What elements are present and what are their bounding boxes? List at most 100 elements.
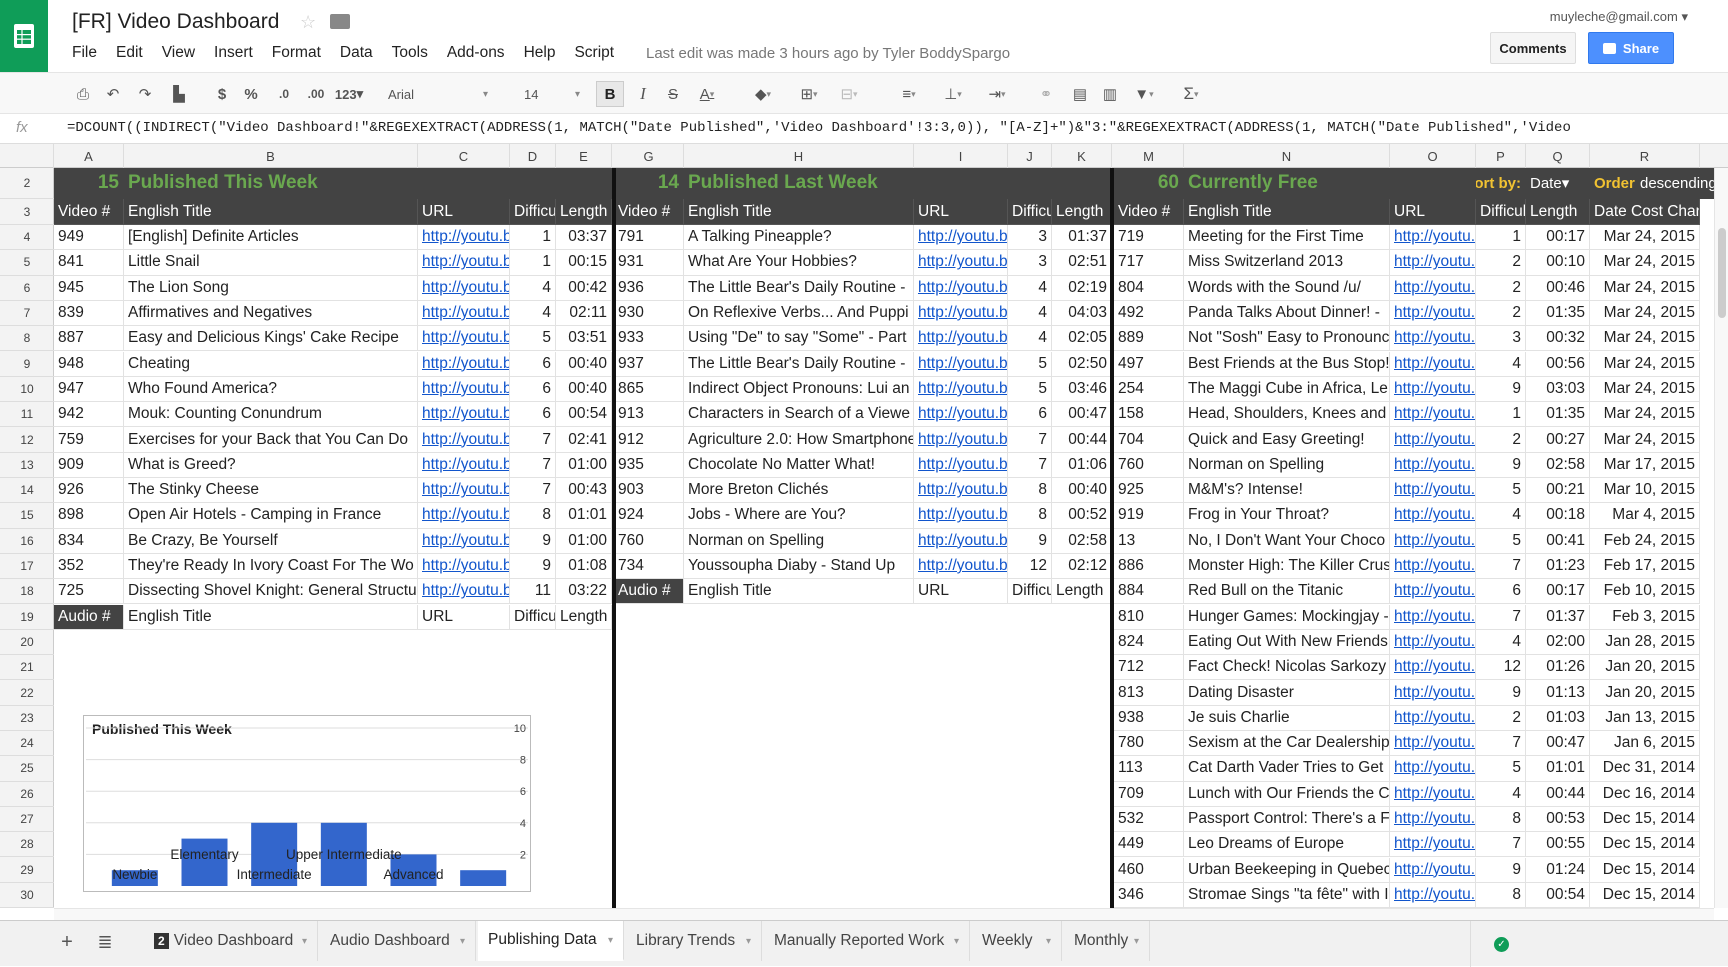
table-cell[interactable]: Frog in Your Throat? <box>1184 503 1390 529</box>
more-formats-button[interactable]: 123 ▾ <box>332 81 366 107</box>
horizontal-scrollbar[interactable] <box>54 908 1714 920</box>
url-link[interactable]: http://youtu. <box>1390 705 1476 731</box>
table-cell[interactable]: The Little Bear's Daily Routine - <box>684 275 914 301</box>
document-title[interactable]: [FR] Video Dashboard <box>72 10 279 34</box>
table-cell[interactable]: [English] Definite Articles <box>124 225 418 251</box>
percent-format-button[interactable]: % <box>240 81 262 107</box>
column-header-O[interactable]: O <box>1390 144 1476 168</box>
chevron-down-icon[interactable]: ▾ <box>1046 936 1051 947</box>
url-link[interactable]: http://youtu. <box>1390 326 1476 352</box>
column-header-A[interactable]: A <box>54 144 124 168</box>
this-week-label[interactable]: Published This Week <box>124 168 612 199</box>
table-cell[interactable]: Sexism at the Car Dealership <box>1184 731 1390 757</box>
url-link[interactable]: http://youtu.b <box>914 478 1008 504</box>
table-cell[interactable]: Little Snail <box>124 250 418 276</box>
table-cell[interactable]: M&M's? Intense! <box>1184 478 1390 504</box>
menu-help[interactable]: Help <box>524 44 556 62</box>
vertical-scrollbar[interactable] <box>1714 168 1728 908</box>
formula-input[interactable]: =DCOUNT((INDIRECT("Video Dashboard!"&REG… <box>67 120 1571 136</box>
column-header-N[interactable]: N <box>1184 144 1390 168</box>
star-icon[interactable]: ☆ <box>300 12 316 33</box>
scrollbar-thumb[interactable] <box>1718 228 1726 318</box>
insert-chart-icon[interactable]: ▥ <box>1098 81 1122 107</box>
column-header-D[interactable]: D <box>510 144 556 168</box>
table-cell[interactable]: Affirmatives and Negatives <box>124 300 418 327</box>
table-cell[interactable]: Fact Check! Nicolas Sarkozy <box>1184 655 1390 681</box>
insert-link-icon[interactable]: ⚭ <box>1034 81 1058 107</box>
table-cell[interactable]: Red Bull on the Titanic <box>1184 579 1390 605</box>
free-count[interactable]: 60 <box>1114 168 1184 199</box>
url-link[interactable]: http://youtu. <box>1390 629 1476 656</box>
table-cell[interactable]: Passport Control: There's a F <box>1184 806 1390 833</box>
url-link[interactable]: http://youtu.b <box>914 452 1008 478</box>
url-link[interactable]: http://youtu. <box>1390 882 1476 908</box>
url-link[interactable]: http://youtu. <box>1390 781 1476 807</box>
chevron-down-icon[interactable]: ▾ <box>302 936 307 947</box>
row-header-26[interactable]: 26 <box>0 782 54 807</box>
table-cell[interactable]: Dating Disaster <box>1184 680 1390 706</box>
sheet-tab-monthly[interactable]: Monthly ▾ <box>1064 921 1150 961</box>
table-cell[interactable]: Leo Dreams of Europe <box>1184 832 1390 858</box>
url-link[interactable]: http://youtu. <box>1390 300 1476 327</box>
column-header-J[interactable]: J <box>1008 144 1052 168</box>
url-link[interactable]: http://youtu.b <box>418 478 510 504</box>
print-icon[interactable]: ⎙ <box>72 81 94 107</box>
sheet-tab-audio-dashboard[interactable]: Audio Dashboard ▾ <box>320 921 476 961</box>
table-cell[interactable]: Indirect Object Pronouns: Lui an <box>684 376 914 403</box>
font-family-select[interactable]: Arial ▾ <box>380 81 492 107</box>
last-week-count[interactable]: 14 <box>614 168 684 199</box>
row-header-23[interactable]: 23 <box>0 706 54 731</box>
row-header-25[interactable]: 25 <box>0 756 54 782</box>
table-cell[interactable]: Jobs - Where are You? <box>684 503 914 529</box>
table-cell[interactable]: Cat Darth Vader Tries to Get <box>1184 756 1390 782</box>
url-link[interactable]: http://youtu. <box>1390 857 1476 883</box>
this-week-count[interactable]: 15 <box>54 168 124 199</box>
url-link[interactable]: http://youtu. <box>1390 351 1476 377</box>
menu-data[interactable]: Data <box>340 44 373 62</box>
url-link[interactable]: http://youtu. <box>1390 553 1476 580</box>
url-link[interactable]: http://youtu. <box>1390 376 1476 403</box>
row-header-5[interactable]: 5 <box>0 250 54 276</box>
column-header-Q[interactable]: Q <box>1526 144 1590 168</box>
strikethrough-button[interactable]: S <box>662 81 684 107</box>
table-cell[interactable]: Norman on Spelling <box>1184 452 1390 478</box>
url-link[interactable]: http://youtu.b <box>914 427 1008 453</box>
table-cell[interactable]: The Stinky Cheese <box>124 478 418 504</box>
url-link[interactable]: http://youtu. <box>1390 452 1476 478</box>
row-header-4[interactable]: 4 <box>0 225 54 251</box>
row-header-13[interactable]: 13 <box>0 453 54 478</box>
url-link[interactable]: http://youtu. <box>1390 225 1476 251</box>
row-header-15[interactable]: 15 <box>0 503 54 529</box>
url-link[interactable]: http://youtu.b <box>418 351 510 377</box>
column-header-B[interactable]: B <box>124 144 418 168</box>
url-link[interactable]: http://youtu.b <box>418 275 510 301</box>
row-header-7[interactable]: 7 <box>0 301 54 327</box>
text-wrapping-icon[interactable]: ⇥ ▾ <box>980 81 1014 107</box>
url-link[interactable]: http://youtu. <box>1390 250 1476 276</box>
table-cell[interactable]: Words with the Sound /u/ <box>1184 275 1390 301</box>
table-cell[interactable]: Best Friends at the Bus Stop! <box>1184 351 1390 377</box>
last-week-label[interactable]: Published Last Week <box>684 168 1112 199</box>
row-header-17[interactable]: 17 <box>0 554 54 580</box>
redo-icon[interactable]: ↷ <box>134 81 156 107</box>
url-link[interactable]: http://youtu.b <box>418 300 510 327</box>
table-cell[interactable]: Lunch with Our Friends the C <box>1184 781 1390 807</box>
sort-by-select[interactable]: Date ▾ <box>1526 168 1590 199</box>
table-cell[interactable]: Characters in Search of a Viewe <box>684 402 914 428</box>
url-link[interactable]: http://youtu.b <box>418 452 510 478</box>
sheets-logo-icon[interactable] <box>0 0 48 72</box>
row-header-16[interactable]: 16 <box>0 529 54 554</box>
row-header-14[interactable]: 14 <box>0 478 54 504</box>
url-link[interactable]: http://youtu.b <box>418 326 510 352</box>
row-header-12[interactable]: 12 <box>0 427 54 453</box>
table-cell[interactable]: On Reflexive Verbs... And Puppi <box>684 300 914 327</box>
insert-comment-icon[interactable]: ▤ <box>1068 81 1092 107</box>
url-link[interactable]: http://youtu.b <box>418 528 510 554</box>
url-link[interactable]: http://youtu. <box>1390 579 1476 605</box>
table-cell[interactable]: Panda Talks About Dinner! - <box>1184 300 1390 327</box>
url-link[interactable]: http://youtu. <box>1390 756 1476 782</box>
all-sheets-icon[interactable]: ≣ <box>94 929 116 955</box>
account-email[interactable]: muyleche@gmail.com ▾ <box>1550 9 1688 25</box>
sheet-tab-publishing-data[interactable]: Publishing Data ▾ <box>478 921 624 961</box>
row-header-10[interactable]: 10 <box>0 377 54 403</box>
